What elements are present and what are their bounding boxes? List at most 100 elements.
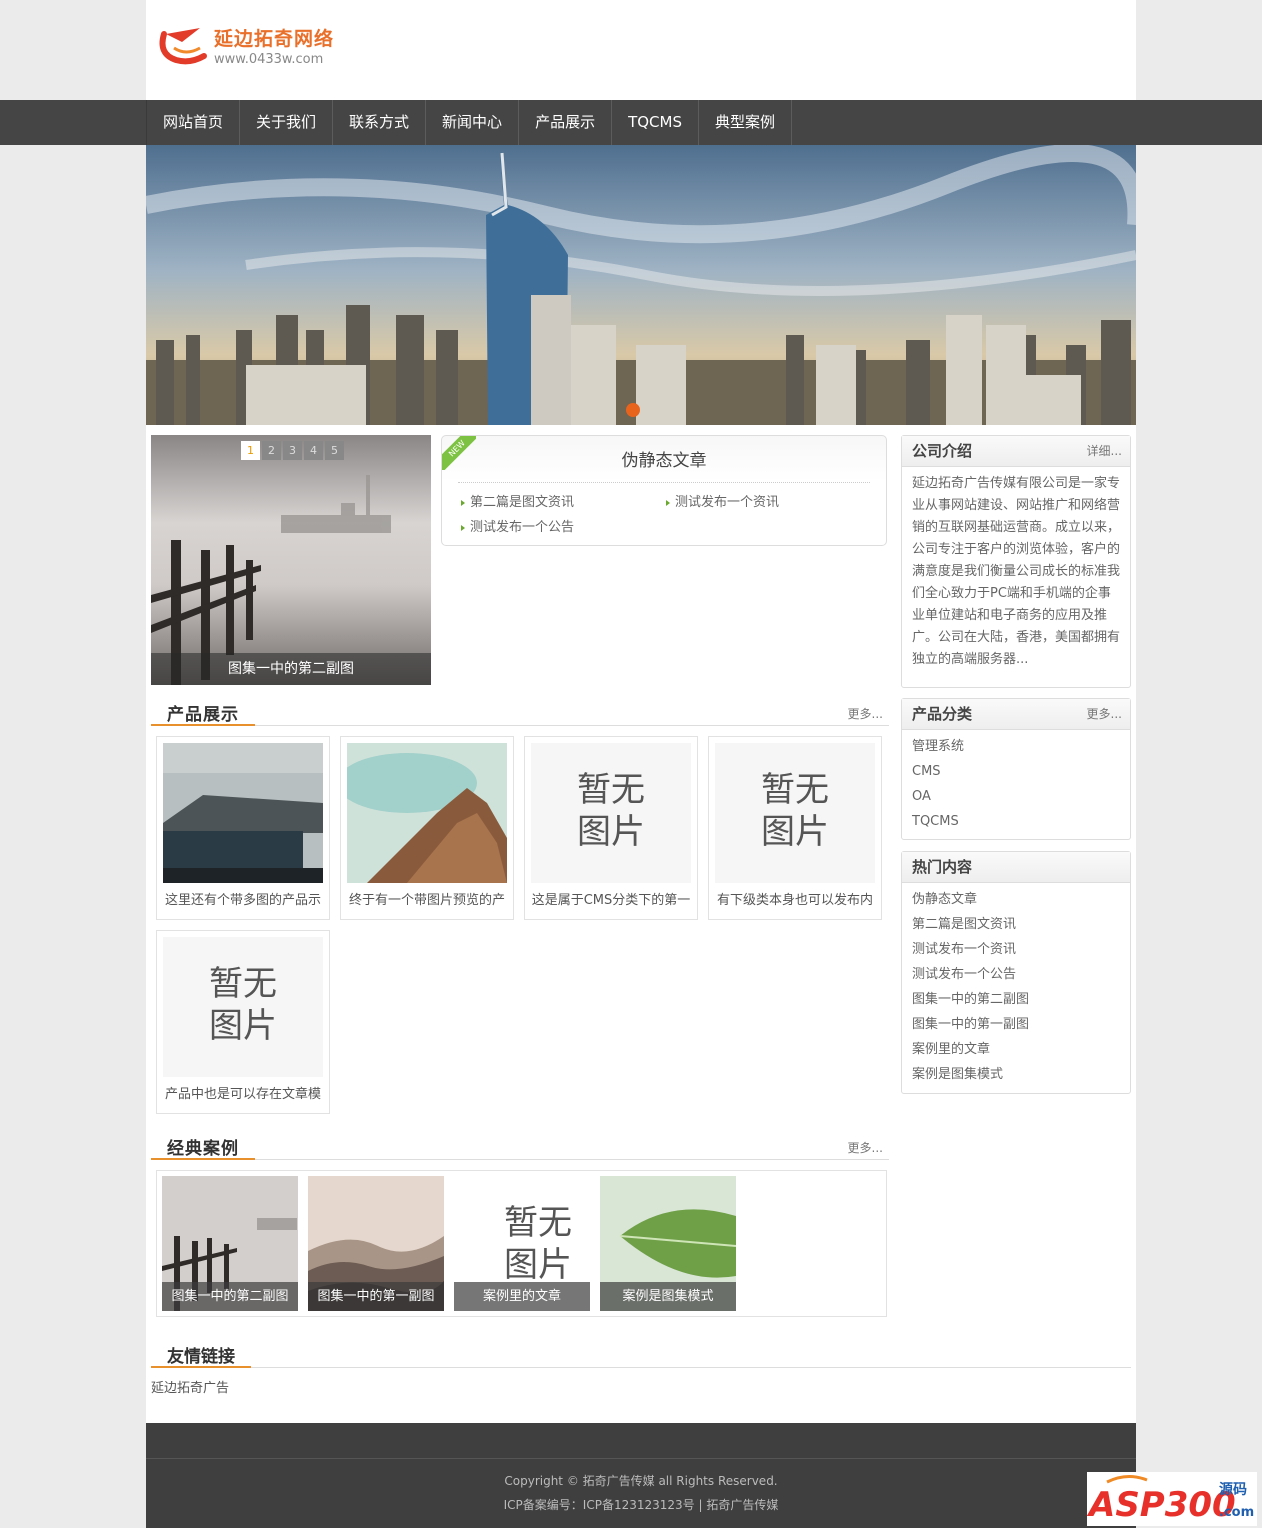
nav-item-about[interactable]: 关于我们 xyxy=(240,100,334,145)
sidebar-categories: 产品分类 更多... 管理系统 CMS OA TQCMS xyxy=(901,698,1131,840)
slide-page-4[interactable]: 4 xyxy=(304,441,323,460)
category-item[interactable]: TQCMS xyxy=(912,811,1120,836)
sidebar-header: 热门内容 xyxy=(902,852,1130,883)
case-item[interactable]: 图集一中的第二副图 xyxy=(162,1176,298,1311)
product-caption: 终于有一个带图片预览的产 xyxy=(348,893,505,908)
case-item[interactable]: 暂无 图片 案例里的文章 xyxy=(454,1176,590,1311)
cases-section-header: 经典案例 更多... xyxy=(151,1134,889,1160)
product-image-placeholder: 暂无 图片 xyxy=(715,743,875,883)
category-item[interactable]: OA xyxy=(912,786,1120,811)
products-section-header: 产品展示 更多... xyxy=(151,700,889,726)
product-card[interactable]: 暂无 图片 产品中也是可以存在文章模 xyxy=(156,930,330,1114)
categories-list: 管理系统 CMS OA TQCMS xyxy=(902,730,1130,840)
links-section-title: 友情链接 xyxy=(151,1342,251,1368)
news-item[interactable]: 第二篇是图文资讯 xyxy=(460,494,665,519)
case-item[interactable]: 图集一中的第一副图 xyxy=(308,1176,444,1311)
case-caption: 图集一中的第二副图 xyxy=(162,1282,298,1311)
category-item[interactable]: 管理系统 xyxy=(912,736,1120,761)
sidebar-hot: 热门内容 伪静态文章 第二篇是图文资讯 测试发布一个资讯 测试发布一个公告 图集… xyxy=(901,851,1131,1094)
divider xyxy=(458,482,870,483)
product-card[interactable]: 暂无 图片 有下级类本身也可以发布内 xyxy=(708,736,882,920)
product-card[interactable]: 暂无 图片 这是属于CMS分类下的第一 xyxy=(524,736,698,920)
slideshow-pager: 1 2 3 4 5 xyxy=(241,441,344,460)
hot-title: 热门内容 xyxy=(912,858,973,876)
friend-link[interactable]: 延边拓奇广告 xyxy=(151,1377,229,1396)
category-item[interactable]: CMS xyxy=(912,761,1120,786)
main-nav: 网站首页 关于我们 联系方式 新闻中心 产品展示 TQCMS 典型案例 xyxy=(0,100,1262,145)
hot-item[interactable]: 测试发布一个资讯 xyxy=(912,939,1120,964)
product-caption: 有下级类本身也可以发布内 xyxy=(716,893,873,908)
svg-text:源码: 源码 xyxy=(1219,1481,1247,1498)
news-item[interactable]: 测试发布一个资讯 xyxy=(665,494,870,519)
product-card[interactable]: 这里还有个带多图的产品示 xyxy=(156,736,330,920)
banner-indicator-dot[interactable] xyxy=(626,403,640,417)
sidebar-header: 公司介绍 详细... xyxy=(902,436,1130,467)
case-caption: 案例里的文章 xyxy=(454,1282,590,1311)
categories-title: 产品分类 xyxy=(912,705,973,723)
svg-text:.com: .com xyxy=(1219,1505,1254,1520)
slide-page-2[interactable]: 2 xyxy=(262,441,281,460)
hot-item[interactable]: 测试发布一个公告 xyxy=(912,964,1120,989)
sidebar-about: 公司介绍 详细... 延边拓奇广告传媒有限公司是一家专业从事网站建设、网站推广和… xyxy=(901,435,1131,688)
svg-text:ASP300: ASP300 xyxy=(1087,1485,1236,1525)
footer-copyright: Copyright © 拓奇广告传媒 all Rights Reserved. xyxy=(504,1474,778,1488)
categories-more-link[interactable]: 更多... xyxy=(1087,699,1122,729)
logo-mark-icon xyxy=(159,28,207,65)
about-detail-link[interactable]: 详细... xyxy=(1087,436,1122,466)
nav-item-cases[interactable]: 典型案例 xyxy=(699,100,792,145)
cases-section-title: 经典案例 xyxy=(151,1134,255,1160)
nav-item-news[interactable]: 新闻中心 xyxy=(426,100,520,145)
slideshow-caption[interactable]: 图集一中的第二副图 xyxy=(151,653,431,685)
slide-page-5[interactable]: 5 xyxy=(325,441,344,460)
asp300-watermark-logo: ASP300 源码 .com xyxy=(1086,1472,1257,1526)
footer: Copyright © 拓奇广告传媒 all Rights Reserved. … xyxy=(146,1458,1136,1528)
news-box-title[interactable]: 伪静态文章 xyxy=(442,446,886,471)
logo-url: www.0433w.com xyxy=(214,52,324,67)
slide-page-1[interactable]: 1 xyxy=(241,441,260,460)
product-card[interactable]: 终于有一个带图片预览的产 xyxy=(340,736,514,920)
product-caption: 这是属于CMS分类下的第一 xyxy=(531,893,691,908)
nav-item-home[interactable]: 网站首页 xyxy=(146,100,241,145)
city-skyline-image xyxy=(146,145,1136,425)
photo-slideshow[interactable]: 1 2 3 4 5 图集一中的第二副图 xyxy=(151,435,431,685)
case-caption: 案例是图集模式 xyxy=(600,1282,736,1311)
hot-item[interactable]: 图集一中的第一副图 xyxy=(912,1014,1120,1039)
nav-item-tqcms[interactable]: TQCMS xyxy=(612,100,699,145)
news-box: NEW 伪静态文章 第二篇是图文资讯 测试发布一个资讯 测试发布一个公告 xyxy=(441,435,887,546)
hot-item[interactable]: 伪静态文章 xyxy=(912,889,1120,914)
case-caption: 图集一中的第一副图 xyxy=(308,1282,444,1311)
hot-item[interactable]: 案例里的文章 xyxy=(912,1039,1120,1064)
slide-page-3[interactable]: 3 xyxy=(283,441,302,460)
hero-banner xyxy=(146,145,1136,425)
case-item[interactable]: 案例是图集模式 xyxy=(600,1176,736,1311)
nav-item-products[interactable]: 产品展示 xyxy=(519,100,613,145)
product-caption: 这里还有个带多图的产品示 xyxy=(164,893,321,908)
nav-item-contact[interactable]: 联系方式 xyxy=(333,100,427,145)
cases-gallery: 图集一中的第二副图 图集一中的第一副图 暂无 图片 案例里的文章 案例是图集模式 xyxy=(156,1170,887,1317)
pier-fog-image xyxy=(151,435,431,685)
hot-list: 伪静态文章 第二篇是图文资讯 测试发布一个资讯 测试发布一个公告 图集一中的第二… xyxy=(902,883,1130,1093)
links-section-header: 友情链接 xyxy=(151,1342,1131,1368)
about-text: 延边拓奇广告传媒有限公司是一家专业从事网站建设、网站推广和网络营销的互联网基础运… xyxy=(912,476,1121,667)
site-logo[interactable]: 延边拓奇网络 www.0433w.com xyxy=(156,20,346,70)
hot-item[interactable]: 图集一中的第二副图 xyxy=(912,989,1120,1014)
products-more-link[interactable]: 更多... xyxy=(848,705,883,722)
footer-icp[interactable]: ICP备案编号：ICP备123123123号 | 拓奇广告传媒 xyxy=(146,1493,1136,1517)
product-image-placeholder: 暂无 图片 xyxy=(163,937,323,1077)
product-image xyxy=(163,743,323,883)
product-caption: 产品中也是可以存在文章模 xyxy=(164,1087,321,1102)
product-image-placeholder: 暂无 图片 xyxy=(531,743,691,883)
hot-item[interactable]: 第二篇是图文资讯 xyxy=(912,914,1120,939)
about-title: 公司介绍 xyxy=(912,442,973,460)
sidebar-header: 产品分类 更多... xyxy=(902,699,1130,730)
product-image xyxy=(347,743,507,883)
logo-title: 延边拓奇网络 xyxy=(214,28,335,50)
news-list: 第二篇是图文资讯 测试发布一个资讯 测试发布一个公告 xyxy=(460,494,880,544)
header: 延边拓奇网络 www.0433w.com xyxy=(146,0,1136,100)
hot-item[interactable]: 案例是图集模式 xyxy=(912,1064,1120,1089)
cases-more-link[interactable]: 更多... xyxy=(848,1139,883,1156)
footer-bar xyxy=(146,1423,1136,1458)
new-badge: NEW xyxy=(442,436,476,470)
products-section-title: 产品展示 xyxy=(151,700,255,726)
news-item[interactable]: 测试发布一个公告 xyxy=(460,519,665,544)
